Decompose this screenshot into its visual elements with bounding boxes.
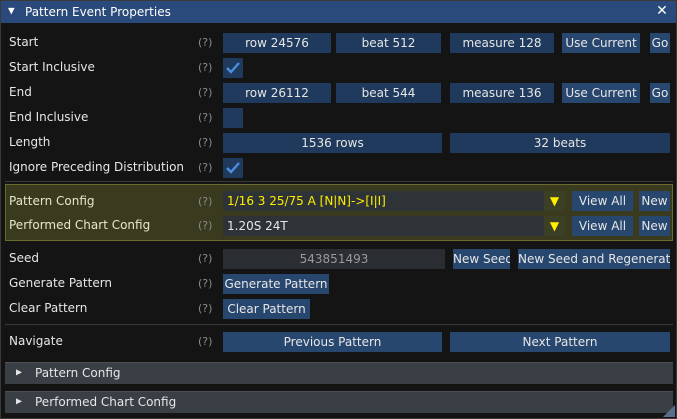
title-bar[interactable]: ▼ Pattern Event Properties ✕ <box>1 1 676 23</box>
collapse-window-icon[interactable]: ▼ <box>8 4 15 17</box>
length-beats-field[interactable]: 32 beats <box>450 133 670 153</box>
performed-chart-config-section-title: Performed Chart Config <box>35 395 177 409</box>
pattern-config-help-marker[interactable]: (?) <box>198 194 212 210</box>
separator <box>5 181 673 182</box>
window-title: Pattern Event Properties <box>25 5 171 19</box>
pattern-config-label: Pattern Config <box>9 194 95 208</box>
length-help-marker[interactable]: (?) <box>198 135 212 151</box>
pattern-config-dropdown[interactable]: 1/16 3 25/75 A [N|N]->[I|I] ▼ <box>223 191 565 211</box>
end-row-field[interactable]: row 26112 <box>223 83 331 103</box>
new-seed-and-regenerate-button[interactable]: New Seed and Regenerate <box>518 249 670 269</box>
start-row-field[interactable]: row 24576 <box>223 33 331 53</box>
navigate-help-marker[interactable]: (?) <box>198 334 212 350</box>
performed-chart-config-label: Performed Chart Config <box>9 218 151 232</box>
ignore-preceding-checkbox[interactable] <box>223 158 243 178</box>
ignore-preceding-help-marker[interactable]: (?) <box>198 160 212 176</box>
start-go-button[interactable]: Go <box>650 33 670 53</box>
seed-help-marker[interactable]: (?) <box>198 251 212 267</box>
end-label: End <box>9 85 32 99</box>
expand-arrow-icon: ▶ <box>16 367 23 378</box>
dropdown-arrow-icon[interactable]: ▼ <box>544 191 565 211</box>
end-help-marker[interactable]: (?) <box>198 85 212 101</box>
pattern-event-properties-window: ▼ Pattern Event Properties ✕ Start (?) r… <box>0 0 677 419</box>
generate-pattern-label: Generate Pattern <box>9 276 113 290</box>
resize-grip-icon[interactable] <box>661 403 675 417</box>
performed-chart-config-help-marker[interactable]: (?) <box>198 218 212 234</box>
clear-pattern-help-marker[interactable]: (?) <box>198 301 212 317</box>
seed-input[interactable]: 543851493 <box>223 249 445 269</box>
performed-chart-config-value: 1.20S 24T <box>227 219 288 233</box>
length-rows-field[interactable]: 1536 rows <box>223 133 442 153</box>
end-inclusive-checkbox[interactable] <box>223 108 243 128</box>
end-use-current-button[interactable]: Use Current <box>562 83 640 103</box>
checkmark-icon <box>226 62 240 74</box>
seed-label: Seed <box>9 251 39 265</box>
start-label: Start <box>9 35 39 49</box>
pattern-config-view-all-button[interactable]: View All <box>572 191 633 211</box>
generate-pattern-button[interactable]: Generate Pattern <box>223 274 329 294</box>
new-seed-button[interactable]: New Seed <box>453 249 510 269</box>
start-beat-field[interactable]: beat 512 <box>336 33 441 53</box>
clear-pattern-button[interactable]: Clear Pattern <box>223 299 310 319</box>
performed-chart-config-view-all-button[interactable]: View All <box>572 216 633 236</box>
pattern-config-section-title: Pattern Config <box>35 366 121 380</box>
end-inclusive-label: End Inclusive <box>9 110 89 124</box>
ignore-preceding-label: Ignore Preceding Distribution <box>9 160 185 174</box>
pattern-config-new-button[interactable]: New <box>639 191 670 211</box>
start-help-marker[interactable]: (?) <box>198 35 212 51</box>
close-icon[interactable]: ✕ <box>654 3 670 19</box>
checkmark-icon <box>226 162 240 174</box>
start-inclusive-label: Start Inclusive <box>9 60 95 74</box>
separator <box>5 324 673 325</box>
performed-chart-config-dropdown[interactable]: 1.20S 24T ▼ <box>223 216 565 236</box>
end-go-button[interactable]: Go <box>650 83 670 103</box>
start-inclusive-help-marker[interactable]: (?) <box>198 60 212 76</box>
length-label: Length <box>9 135 51 149</box>
end-inclusive-help-marker[interactable]: (?) <box>198 110 212 126</box>
end-measure-field[interactable]: measure 136 <box>450 83 554 103</box>
navigate-label: Navigate <box>9 334 63 348</box>
expand-arrow-icon: ▶ <box>16 396 23 407</box>
generate-pattern-help-marker[interactable]: (?) <box>198 276 212 292</box>
end-beat-field[interactable]: beat 544 <box>336 83 441 103</box>
start-use-current-button[interactable]: Use Current <box>562 33 640 53</box>
dropdown-arrow-icon[interactable]: ▼ <box>544 216 565 236</box>
next-pattern-button[interactable]: Next Pattern <box>450 332 670 352</box>
performed-chart-config-section-header[interactable]: ▶ Performed Chart Config <box>5 391 673 413</box>
previous-pattern-button[interactable]: Previous Pattern <box>223 332 442 352</box>
pattern-config-section-header[interactable]: ▶ Pattern Config <box>5 362 673 384</box>
start-inclusive-checkbox[interactable] <box>223 58 243 78</box>
performed-chart-config-new-button[interactable]: New <box>639 216 670 236</box>
clear-pattern-label: Clear Pattern <box>9 301 88 315</box>
start-measure-field[interactable]: measure 128 <box>450 33 554 53</box>
pattern-config-value: 1/16 3 25/75 A [N|N]->[I|I] <box>227 194 386 208</box>
